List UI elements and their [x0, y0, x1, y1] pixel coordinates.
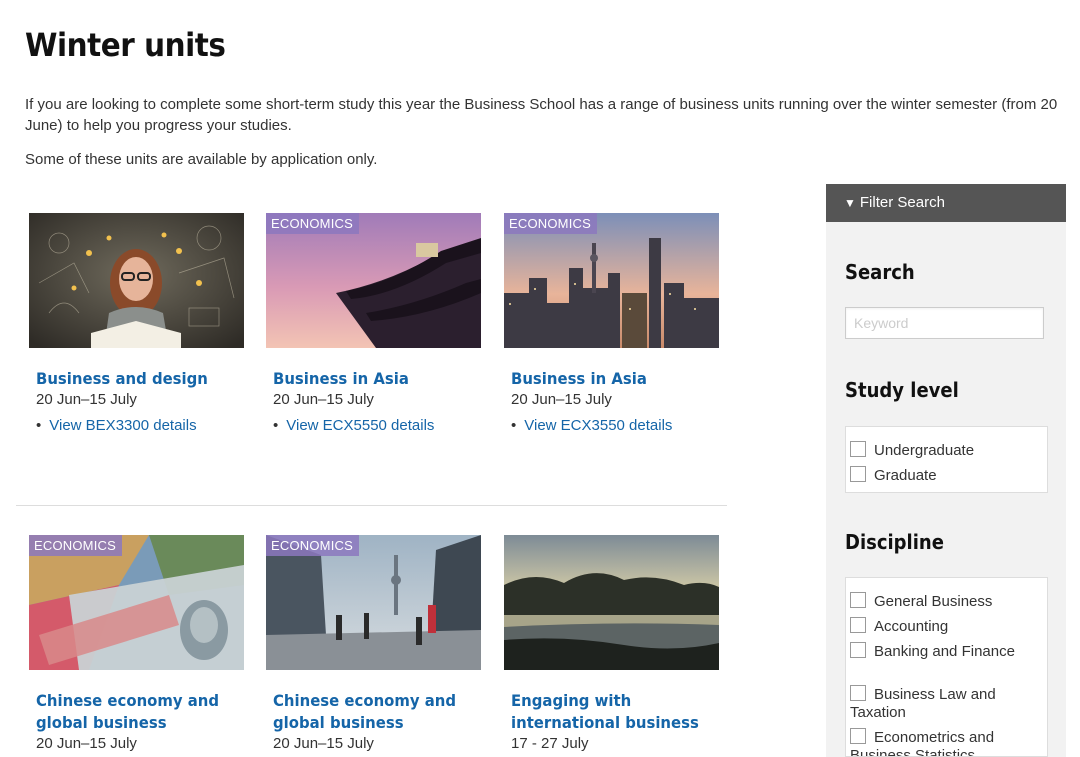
- unit-card: ECONOMICS Chinese economy and global bus…: [266, 535, 481, 754]
- checkbox[interactable]: [850, 685, 866, 701]
- study-level-heading: Study level: [845, 378, 959, 402]
- filter-panel: ▼Filter Search Search Study level Underg…: [826, 184, 1066, 757]
- filter-search-header[interactable]: ▼ Filter Search: [826, 184, 1066, 222]
- unit-image-street[interactable]: ECONOMICS: [266, 535, 481, 670]
- funnel-icon: ▼: [844, 196, 856, 210]
- unit-card: Engaging with international business 17 …: [504, 535, 719, 754]
- unit-date: 20 Jun–15 July: [273, 391, 374, 408]
- unit-card: ECONOMICS Business in Asia 20 Jun–15 Jul…: [504, 213, 719, 436]
- unit-date: 20 Jun–15 July: [36, 735, 137, 752]
- unit-image-lake[interactable]: [504, 535, 719, 670]
- unit-date: 17 - 27 July: [511, 735, 589, 752]
- discipline-heading: Discipline: [845, 530, 944, 554]
- checkbox-label: General Business: [874, 593, 993, 610]
- category-tag: ECONOMICS: [266, 535, 359, 556]
- view-details-link[interactable]: View ECX3550 details: [524, 417, 672, 434]
- checkbox[interactable]: [850, 441, 866, 457]
- bullet-icon: •: [36, 417, 42, 434]
- unit-link-item: • View ECX5550 details: [273, 416, 481, 436]
- application-note: Some of these units are available by app…: [25, 151, 378, 168]
- section-divider: [16, 505, 727, 506]
- discipline-banking-finance[interactable]: Banking and Finance: [850, 642, 1015, 660]
- discipline-business-law-taxation[interactable]: Business Law and Taxation: [850, 685, 1040, 722]
- page-title: Winter units: [25, 26, 226, 64]
- study-level-undergraduate[interactable]: Undergraduate: [850, 441, 974, 459]
- unit-image-skyline[interactable]: ECONOMICS: [504, 213, 719, 348]
- checkbox-label: Econometrics and Business Statistics: [850, 729, 995, 757]
- category-tag: ECONOMICS: [29, 535, 122, 556]
- checkbox[interactable]: [850, 642, 866, 658]
- checkbox[interactable]: [850, 466, 866, 482]
- unit-card: ECONOMICS Chinese economy and global bus…: [29, 535, 244, 754]
- checkbox[interactable]: [850, 728, 866, 744]
- intro-text: If you are looking to complete some shor…: [25, 96, 1058, 134]
- discipline-general-business[interactable]: General Business: [850, 592, 992, 610]
- study-level-list: Undergraduate Graduate: [845, 426, 1048, 493]
- unit-title[interactable]: Business and design: [36, 368, 241, 390]
- checkbox-label: Undergraduate: [874, 442, 975, 459]
- checkbox[interactable]: [850, 617, 866, 633]
- unit-title[interactable]: Engaging with international business: [511, 690, 716, 734]
- unit-date: 20 Jun–15 July: [511, 391, 612, 408]
- unit-title[interactable]: Business in Asia: [511, 368, 716, 390]
- checkbox[interactable]: [850, 592, 866, 608]
- checkbox-label: Banking and Finance: [874, 643, 1015, 660]
- unit-image-business-design[interactable]: [29, 213, 244, 348]
- unit-date: 20 Jun–15 July: [36, 391, 137, 408]
- view-details-link[interactable]: View ECX5550 details: [286, 417, 434, 434]
- bullet-icon: •: [511, 417, 517, 434]
- unit-link-item: • View ECX3550 details: [511, 416, 719, 436]
- study-level-graduate[interactable]: Graduate: [850, 466, 937, 484]
- discipline-econometrics[interactable]: Econometrics and Business Statistics: [850, 728, 1040, 757]
- unit-title[interactable]: Chinese economy and global business: [36, 690, 241, 734]
- unit-image-temple[interactable]: ECONOMICS: [266, 213, 481, 348]
- search-heading: Search: [845, 260, 915, 284]
- checkbox-label: Business Law and Taxation: [850, 686, 996, 721]
- unit-title[interactable]: Business in Asia: [273, 368, 478, 390]
- category-tag: ECONOMICS: [504, 213, 597, 234]
- discipline-accounting[interactable]: Accounting: [850, 617, 948, 635]
- discipline-list: General Business Accounting Banking and …: [845, 577, 1048, 757]
- view-details-link[interactable]: View BEX3300 details: [49, 417, 196, 434]
- unit-title[interactable]: Chinese economy and global business: [273, 690, 478, 734]
- keyword-input[interactable]: [845, 307, 1044, 339]
- unit-date: 20 Jun–15 July: [273, 735, 374, 752]
- unit-card: Business and design 20 Jun–15 July • View…: [29, 213, 244, 436]
- unit-card: ECONOMICS Business in Asia 20 Jun–15 Jul…: [266, 213, 481, 436]
- bullet-icon: •: [273, 417, 279, 434]
- unit-image-banknotes[interactable]: ECONOMICS: [29, 535, 244, 670]
- category-tag: ECONOMICS: [266, 213, 359, 234]
- filter-search-label: Filter Search: [859, 194, 945, 211]
- unit-link-item: • View BEX3300 details: [36, 416, 244, 436]
- checkbox-label: Graduate: [874, 467, 937, 484]
- checkbox-label: Accounting: [874, 618, 949, 635]
